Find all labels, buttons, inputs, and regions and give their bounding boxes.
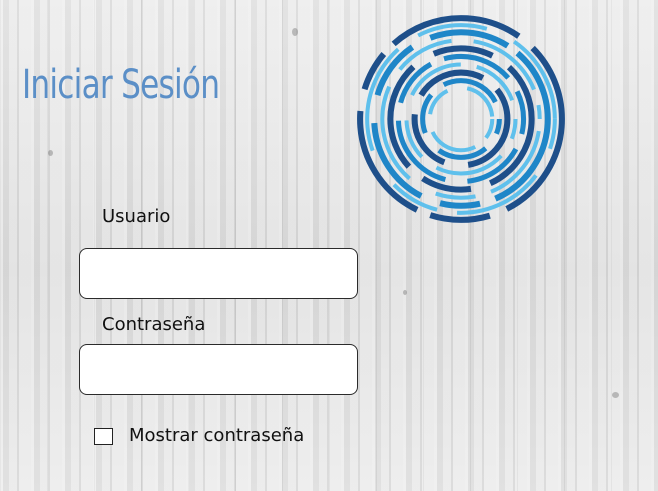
wood-knot [612, 392, 619, 398]
show-password-label[interactable]: Mostrar contraseña [129, 425, 304, 446]
password-input[interactable] [79, 344, 358, 395]
page-title: Iniciar Sesión [22, 62, 220, 108]
username-input[interactable] [79, 248, 358, 299]
wood-knot [403, 290, 407, 295]
wood-knot [292, 28, 298, 36]
username-label: Usuario [102, 206, 171, 227]
concentric-rings-logo-icon [357, 15, 565, 223]
password-label: Contraseña [102, 314, 206, 335]
wood-knot [48, 150, 53, 156]
show-password-checkbox[interactable] [94, 428, 113, 445]
